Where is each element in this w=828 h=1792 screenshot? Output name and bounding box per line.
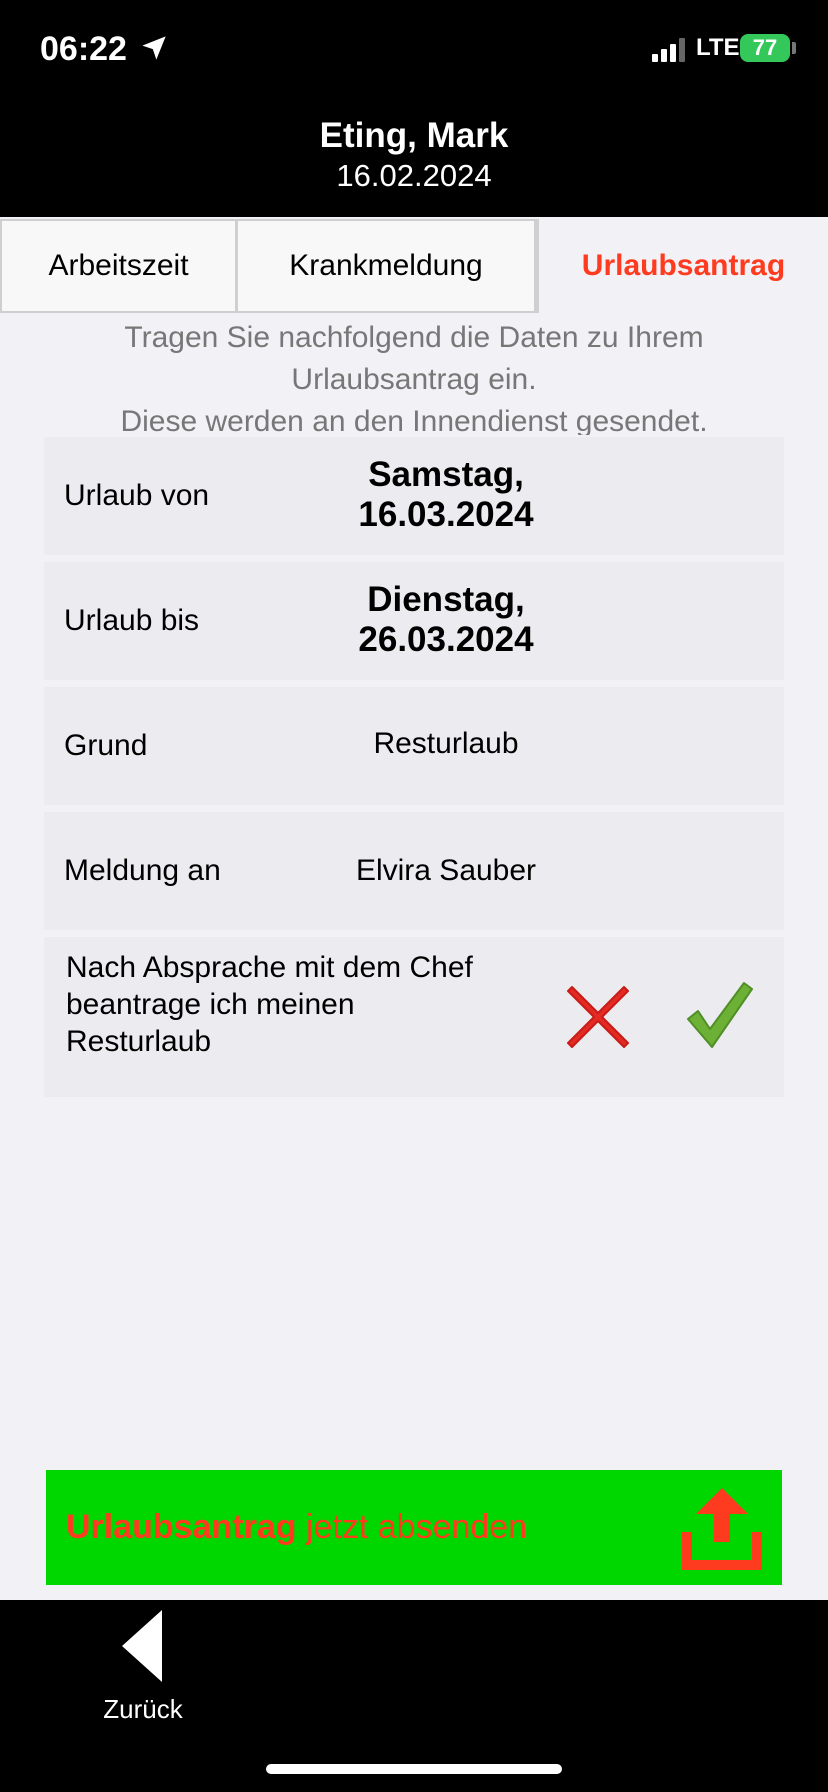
tab-label: Arbeitszeit	[48, 249, 189, 282]
reason-label: Grund	[64, 729, 148, 762]
tab-arbeitszeit[interactable]: Arbeitszeit	[0, 219, 237, 313]
submit-label-highlight: Urlaubsantrag	[66, 1508, 297, 1546]
intro-text: Tragen Sie nachfolgend die Daten zu Ihre…	[60, 317, 768, 435]
status-time: 06:22	[40, 30, 127, 68]
intro-line: Tragen Sie nachfolgend die Daten zu Ihre…	[124, 321, 704, 354]
cross-icon[interactable]	[564, 983, 632, 1051]
back-label: Zurück	[103, 1694, 183, 1724]
vacation-to-value[interactable]: Dienstag, 26.03.2024	[274, 580, 618, 660]
tab-krankmeldung[interactable]: Krankmeldung	[236, 219, 536, 313]
submit-button[interactable]: Urlaubsantrag jetzt absenden	[46, 1470, 782, 1585]
intro-line: Diese werden an den Innendienst gesendet…	[120, 405, 708, 435]
network-type: LTE	[696, 34, 740, 61]
tab-label: Krankmeldung	[289, 249, 483, 282]
agreement-row: Nach Absprache mit dem Chef beantrage ic…	[44, 937, 784, 1097]
reason-row[interactable]: Grund Resturlaub	[44, 687, 784, 805]
intro-line: Urlaubsantrag ein.	[291, 363, 537, 396]
vacation-from-date: 16.03.2024	[358, 495, 534, 534]
back-arrow-icon	[122, 1610, 162, 1682]
vacation-from-label: Urlaub von	[64, 479, 210, 512]
battery-level: 77	[752, 35, 778, 60]
vacation-to-day: Dienstag,	[367, 580, 525, 619]
signal-bars-icon	[652, 38, 685, 62]
home-indicator[interactable]	[266, 1764, 562, 1774]
reason-value[interactable]: Resturlaub	[274, 727, 618, 761]
agreement-line: Nach Absprache mit dem Chef	[66, 951, 473, 984]
submit-label-rest: jetzt absenden	[296, 1508, 528, 1546]
status-bar: 06:22 LTE 77	[0, 0, 828, 100]
vacation-to-date: 26.03.2024	[358, 620, 534, 659]
checkmark-icon[interactable]	[684, 979, 754, 1051]
report-to-value[interactable]: Elvira Sauber	[274, 854, 618, 888]
location-arrow-icon	[142, 36, 166, 60]
vacation-to-label: Urlaub bis	[64, 604, 200, 637]
page-header: Eting, Mark 16.02.2024	[0, 100, 828, 217]
tab-urlaubsantrag[interactable]: Urlaubsantrag	[536, 219, 828, 313]
report-to-row[interactable]: Meldung an Elvira Sauber	[44, 812, 784, 930]
back-button[interactable]: Zurück	[96, 1610, 206, 1724]
home-indicator-area	[0, 1740, 828, 1792]
battery-indicator: 77	[740, 34, 790, 62]
agreement-line: beantrage ich meinen	[66, 988, 355, 1021]
content-area: Arbeitszeit Krankmeldung Urlaubsantrag T…	[0, 217, 828, 1600]
employee-name: Eting, Mark	[319, 116, 509, 155]
bottom-nav: Zurück	[0, 1600, 828, 1740]
vacation-to-row[interactable]: Urlaub bis Dienstag, 26.03.2024	[44, 562, 784, 680]
vacation-from-day: Samstag,	[368, 455, 524, 494]
battery-tip	[792, 42, 796, 54]
agreement-line: Resturlaub	[66, 1025, 212, 1058]
tab-label: Urlaubsantrag	[581, 249, 786, 282]
submit-label: Urlaubsantrag jetzt absenden	[66, 1508, 527, 1547]
vacation-from-value[interactable]: Samstag, 16.03.2024	[274, 455, 618, 535]
report-to-label: Meldung an	[64, 854, 221, 887]
upload-icon	[682, 1488, 762, 1570]
agreement-text: Nach Absprache mit dem Chef beantrage ic…	[66, 949, 506, 1060]
vacation-from-row[interactable]: Urlaub von Samstag, 16.03.2024	[44, 437, 784, 555]
header-date: 16.02.2024	[336, 158, 492, 193]
